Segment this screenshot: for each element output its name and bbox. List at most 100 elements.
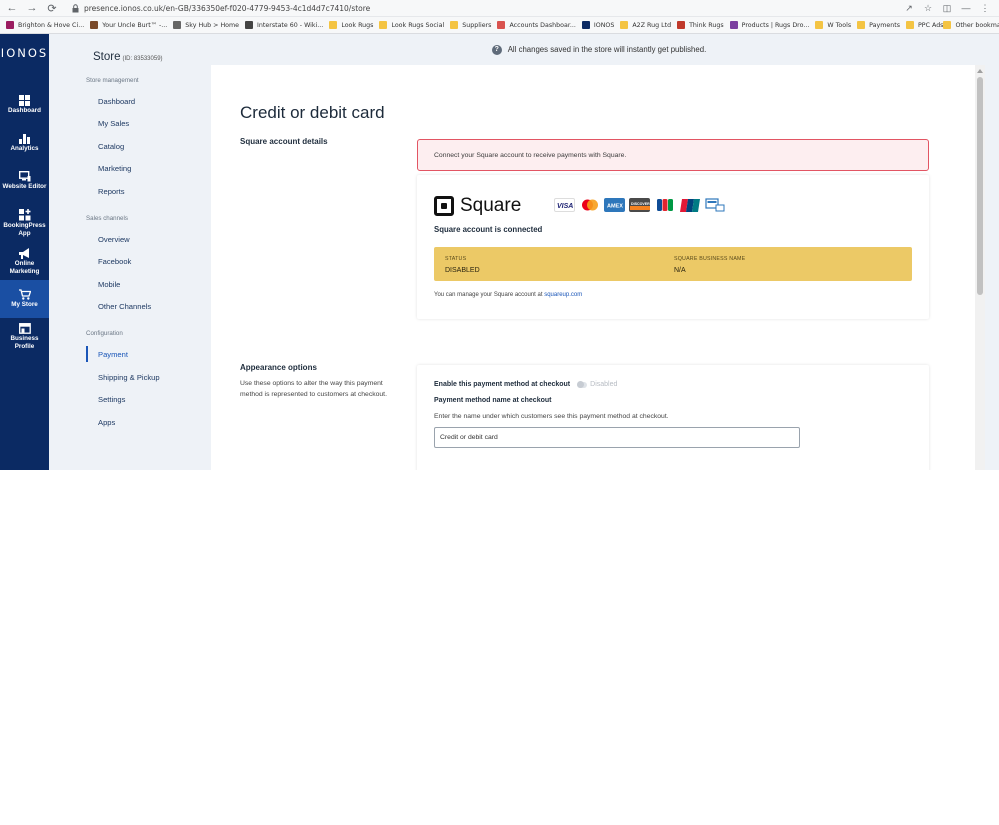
page-title: Credit or debit card: [240, 103, 385, 122]
subnav-item-marketing[interactable]: Marketing: [98, 164, 131, 173]
monitor-icon: [18, 170, 31, 182]
outer-margin: [985, 65, 999, 470]
forward-arrow-icon[interactable]: →: [24, 0, 40, 16]
status-box: STATUS DISABLED SQUARE BUSINESS NAME N/A: [434, 247, 912, 281]
store-title: Store (ID: 83533059): [93, 51, 163, 63]
bookmark-label: Accounts Dashboar...: [509, 21, 576, 29]
subnav-section-title: Sales channels: [86, 215, 128, 222]
appearance-description: Use these options to alter the way this …: [240, 380, 387, 398]
subnav-item-my-sales[interactable]: My Sales: [98, 119, 129, 128]
bookmark-icon: [6, 21, 14, 29]
bookmark-icon: [329, 21, 338, 29]
back-arrow-icon[interactable]: ←: [4, 0, 20, 16]
bookmark-item[interactable]: PPC Ads: [906, 21, 943, 29]
bookmark-item[interactable]: Suppliers: [450, 21, 491, 29]
scroll-thumb[interactable]: [977, 77, 983, 295]
bookmark-label: Sky Hub > Home: [185, 21, 240, 29]
share-icon[interactable]: ↗: [903, 2, 915, 14]
other-bookmarks[interactable]: Other bookmarks: [943, 21, 999, 29]
url-text[interactable]: presence.ionos.co.uk/en-GB/336350ef-f020…: [84, 4, 370, 13]
bookmark-item[interactable]: Look Rugs: [329, 21, 373, 29]
rail-item-my-store[interactable]: My Store: [0, 280, 49, 318]
store-subnav: Store (ID: 83533059) Store management Dash…: [49, 34, 211, 470]
bookmark-item[interactable]: Payments: [857, 21, 900, 29]
bookmark-item[interactable]: Look Rugs Social: [379, 21, 444, 29]
bookmark-item[interactable]: Think Rugs: [677, 21, 724, 29]
jcb-icon: [654, 198, 675, 212]
menu-dots-icon[interactable]: ⋮: [979, 2, 991, 14]
sidebar-icon[interactable]: ◫: [941, 2, 953, 14]
subnav-item-dashboard[interactable]: Dashboard: [98, 97, 135, 106]
rail-item-analytics[interactable]: Analytics: [0, 128, 49, 158]
bookmark-label: Your Uncle Burt™ -...: [102, 21, 168, 29]
bookmark-icon: [450, 21, 459, 29]
discover-icon: DISCOVER: [629, 198, 650, 212]
store-id: (ID: 83533059): [122, 56, 163, 62]
business-name-value: N/A: [674, 267, 686, 274]
bookmark-label: Look Rugs Social: [391, 21, 445, 29]
rail-item-label: Business Profile: [10, 335, 39, 350]
status-label: STATUS: [445, 256, 467, 262]
rail-item-business-profile[interactable]: Business Profile: [0, 318, 49, 355]
bookmark-label: W Tools: [827, 21, 852, 29]
rail-item-label: Dashboard: [8, 107, 41, 114]
bank-card-icon: [704, 198, 725, 212]
bookmark-item[interactable]: Brighton & Hove Ci...: [6, 21, 84, 29]
subnav-section-title: Configuration: [86, 330, 123, 337]
subnav-item-apps[interactable]: Apps: [98, 418, 115, 427]
minimize-icon[interactable]: —: [960, 2, 972, 14]
help-icon[interactable]: ?: [491, 44, 502, 55]
bookmark-item[interactable]: IONOS: [581, 21, 614, 29]
bookmark-item[interactable]: Interstate 60 - Wiki...: [245, 21, 323, 29]
lock-icon: [70, 2, 80, 14]
subnav-item-mobile[interactable]: Mobile: [98, 280, 120, 289]
subnav-item-reports[interactable]: Reports: [98, 187, 125, 196]
subnav-item-overview[interactable]: Overview: [98, 235, 130, 244]
square-section-label: Square account details: [240, 137, 328, 146]
enable-row: Enable this payment method at checkout D…: [434, 380, 617, 388]
svg-text:DISCOVER: DISCOVER: [631, 202, 650, 206]
squareup-link[interactable]: squareup.com: [544, 292, 582, 298]
status-value: DISABLED: [445, 267, 480, 274]
mastercard-icon: [579, 198, 600, 212]
connect-alert: Connect your Square account to receive p…: [417, 139, 929, 171]
bookmark-label: PPC Ads: [918, 21, 944, 29]
enable-toggle[interactable]: [577, 380, 588, 388]
bookmark-item[interactable]: Accounts Dashboar...: [497, 21, 576, 29]
bookmark-item[interactable]: A2Z Rug Ltd: [620, 21, 671, 29]
bookmark-icon: [857, 21, 866, 29]
bookmark-item[interactable]: Products | Rugs Dro...: [729, 21, 809, 29]
enable-label: Enable this payment method at checkout: [434, 381, 571, 388]
scroll-up-icon[interactable]: [977, 69, 983, 73]
amex-icon: AMEX: [604, 198, 625, 212]
rail-item-bookingpress-app[interactable]: BookingPress App: [0, 205, 49, 242]
subnav-item-shipping-pickup[interactable]: Shipping & Pickup: [98, 373, 160, 382]
main-panel: Credit or debit card Square account deta…: [211, 65, 975, 470]
payment-name-help: Enter the name under which customers see…: [434, 413, 669, 420]
rail-item-website-editor[interactable]: Website Editor: [0, 166, 49, 196]
subnav-item-facebook[interactable]: Facebook: [98, 257, 131, 266]
browser-toolbar: ← → ⟳ presence.ionos.co.uk/en-GB/336350e…: [0, 0, 999, 17]
main-scrollbar[interactable]: [975, 65, 985, 470]
bookmark-item[interactable]: W Tools: [815, 21, 851, 29]
subnav-item-settings[interactable]: Settings: [98, 395, 125, 404]
subnav-item-payment[interactable]: Payment: [98, 350, 128, 359]
reload-icon[interactable]: ⟳: [44, 0, 60, 16]
rail-item-online-marketing[interactable]: Online Marketing: [0, 243, 49, 280]
rail-item-dashboard[interactable]: Dashboard: [0, 90, 49, 120]
payment-name-input[interactable]: [434, 427, 800, 448]
subnav-item-other-channels[interactable]: Other Channels: [98, 302, 151, 311]
bookmark-icon: [815, 21, 824, 29]
ionos-logo[interactable]: IONOS: [0, 46, 49, 74]
square-logo-icon: [434, 196, 454, 216]
bookmark-icon: [90, 21, 99, 29]
rail-item-label: My Store: [11, 301, 38, 308]
other-bookmarks-label: Other bookmarks: [955, 21, 999, 29]
bookmark-item[interactable]: Sky Hub > Home: [173, 21, 239, 29]
bookmark-item[interactable]: Your Uncle Burt™ -...: [90, 21, 167, 29]
address-bar[interactable]: presence.ionos.co.uk/en-GB/336350ef-f020…: [70, 1, 903, 15]
subnav-item-catalog[interactable]: Catalog: [98, 142, 124, 151]
star-icon[interactable]: ☆: [922, 2, 934, 14]
bookmark-label: Payments: [869, 21, 900, 29]
square-logo: Square: [434, 195, 521, 217]
